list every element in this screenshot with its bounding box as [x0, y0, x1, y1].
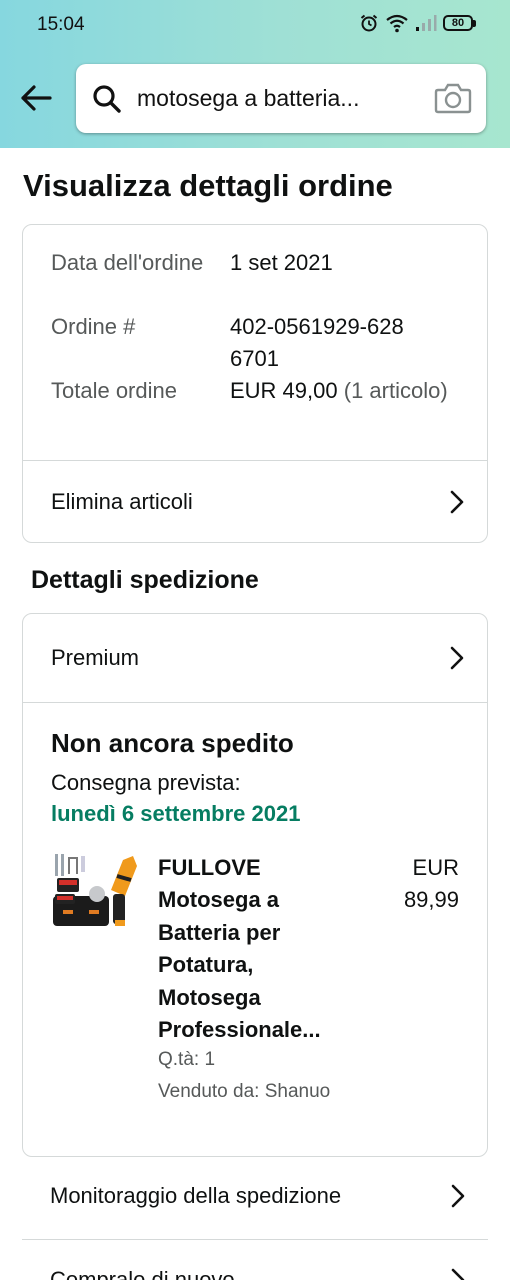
track-shipment-link[interactable]: Monitoraggio della spedizione [22, 1156, 488, 1236]
buy-again-link[interactable]: Compralo di nuovo [22, 1240, 488, 1280]
chevron-right-icon [450, 490, 464, 514]
battery-icon: 80 [443, 15, 476, 31]
order-number-value: 402-0561929-6286701 [230, 314, 404, 371]
delete-items-link[interactable]: Elimina articoli [23, 461, 487, 543]
chevron-right-icon [451, 1268, 465, 1280]
battery-level: 80 [443, 15, 473, 31]
order-date-value: 1 set 2021 [230, 250, 333, 275]
order-summary-card: Data dell'ordine 1 set 2021 Ordine # 402… [22, 224, 488, 543]
product-price: EUR 89,99 [403, 855, 459, 912]
status-time: 15:04 [37, 14, 85, 35]
chevron-right-icon [451, 1184, 465, 1208]
product-quantity: Q.tà: 1 [158, 1049, 216, 1070]
order-total-label: Totale ordine [51, 378, 177, 403]
alarm-icon [360, 14, 378, 32]
app-header: 15:04 80 motosega a batteria... [0, 0, 510, 148]
shipping-section-title: Dettagli spedizione [31, 566, 259, 594]
order-total-amount: EUR 49,00 [230, 378, 338, 403]
delete-items-label: Elimina articoli [51, 489, 193, 514]
camera-icon[interactable] [434, 81, 472, 120]
order-total-row: Totale ordine EUR 49,00 (1 articolo) [51, 375, 471, 407]
shipping-card: Premium Non ancora spedito Consegna prev… [22, 613, 488, 1157]
page-title: Visualizza dettagli ordine [23, 168, 393, 203]
order-number-label: Ordine # [51, 314, 136, 339]
order-total-value: EUR 49,00 (1 articolo) [230, 375, 470, 407]
chevron-right-icon [450, 646, 464, 670]
back-arrow-icon [21, 85, 52, 111]
order-total-note: (1 articolo) [343, 378, 448, 403]
product-title[interactable]: FULLOVE Motosega a Batteria per Potatura… [158, 852, 358, 1046]
product-seller: Venduto da: Shanuo [158, 1081, 331, 1102]
divider [23, 702, 487, 703]
order-number-row: Ordine # 402-0561929-6286701 [51, 311, 471, 375]
status-bar: 15:04 80 [0, 0, 510, 50]
order-date-label: Data dell'ordine [51, 250, 204, 275]
wifi-icon [386, 14, 408, 33]
premium-shipping-link[interactable]: Premium [23, 614, 487, 702]
search-input[interactable]: motosega a batteria... [137, 85, 407, 112]
signal-icon [416, 15, 437, 31]
back-button[interactable] [14, 78, 58, 118]
track-shipment-label: Monitoraggio della spedizione [50, 1183, 342, 1208]
shipment-status: Non ancora spedito [51, 728, 294, 758]
search-bar[interactable]: motosega a batteria... [76, 64, 486, 133]
delivery-date: lunedì 6 settembre 2021 [51, 801, 301, 826]
buy-again-label: Compralo di nuovo [50, 1267, 235, 1280]
shipping-tier-label: Premium [51, 645, 140, 670]
search-icon[interactable] [91, 83, 123, 115]
product-image[interactable] [51, 850, 139, 934]
delivery-label: Consegna prevista: [51, 770, 241, 795]
order-date-row: Data dell'ordine 1 set 2021 [51, 247, 471, 279]
status-icons: 80 [359, 13, 476, 33]
